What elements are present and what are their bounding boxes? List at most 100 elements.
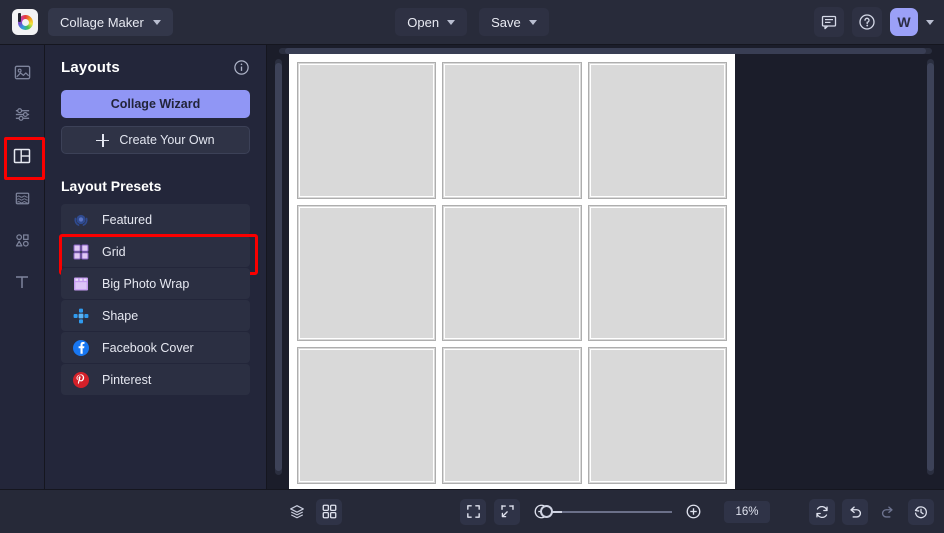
text-t-icon <box>16 276 28 288</box>
history-clock-icon <box>914 505 927 518</box>
sliders-icon <box>15 107 29 121</box>
collage-cell[interactable] <box>297 204 437 342</box>
question-circle-icon <box>859 14 875 30</box>
feedback-button[interactable] <box>814 7 844 37</box>
preset-label: Facebook Cover <box>102 340 194 355</box>
create-your-own-button[interactable]: Create Your Own <box>61 126 250 154</box>
preset-item-grid[interactable]: Grid <box>59 234 258 275</box>
preset-label: Pinterest <box>102 372 152 387</box>
preset-item-big-photo-wrap[interactable]: Big Photo Wrap <box>61 268 250 299</box>
chevron-down-icon <box>528 19 537 25</box>
zoom-in-button[interactable] <box>680 499 706 525</box>
save-button[interactable]: Save <box>479 8 549 36</box>
rail-item-layouts[interactable] <box>2 137 45 180</box>
collage-cell[interactable] <box>587 347 727 484</box>
main-body: Layouts Collage Wizard Create Your Own L… <box>0 45 944 489</box>
info-circle-icon[interactable] <box>233 59 250 76</box>
canvas-area[interactable] <box>267 45 944 489</box>
rail-item-graphics[interactable] <box>2 221 42 259</box>
bottombar-left-group <box>284 498 342 525</box>
history-button[interactable] <box>908 498 934 525</box>
fit-to-screen-icon <box>500 505 514 518</box>
layouts-panel: Layouts Collage Wizard Create Your Own L… <box>45 45 267 489</box>
pinterest-icon <box>71 370 90 389</box>
logo-stem <box>18 13 21 22</box>
collage-cell[interactable] <box>297 62 437 199</box>
layout-presets-title: Layout Presets <box>61 178 162 194</box>
top-toolbar: Collage Maker Open Save W <box>0 0 944 45</box>
collage-cell[interactable] <box>442 204 582 342</box>
preset-label: Grid <box>102 244 126 259</box>
chevron-down-icon <box>447 19 456 25</box>
help-button[interactable] <box>852 7 882 37</box>
bottombar-right-group <box>809 498 934 525</box>
layers-button[interactable] <box>284 499 310 525</box>
photo-frame-icon <box>71 274 90 293</box>
topbar-left-group: Collage Maker <box>0 8 173 36</box>
grid-view-button[interactable] <box>316 498 342 525</box>
facebook-icon <box>71 338 90 357</box>
collage-wizard-button[interactable]: Collage Wizard <box>61 90 250 118</box>
laurel-badge-icon <box>71 210 90 229</box>
layouts-icon <box>13 148 31 164</box>
zoom-controls: 16% <box>460 498 770 525</box>
collage-cell[interactable] <box>442 347 582 484</box>
left-scrollbar[interactable] <box>275 59 282 475</box>
rail-item-edit-adjust[interactable] <box>2 95 42 133</box>
comment-icon <box>821 15 837 30</box>
avatar-initial: W <box>897 14 911 30</box>
undo-arrow-icon <box>850 505 862 518</box>
image-icon <box>14 65 30 79</box>
tool-rail <box>0 45 45 489</box>
rail-item-text[interactable] <box>2 263 42 301</box>
account-chevron-down-icon[interactable] <box>926 19 934 25</box>
chevron-down-icon <box>152 19 161 25</box>
redo-arrow-icon <box>881 505 893 518</box>
app-window: Collage Maker Open Save W Layouts Collag… <box>0 0 944 533</box>
collage-artboard[interactable] <box>289 54 735 489</box>
befunky-logo-icon[interactable] <box>12 9 38 35</box>
preset-label: Featured <box>102 212 153 227</box>
preset-item-facebook-cover[interactable]: Facebook Cover <box>61 332 250 363</box>
plus-icon <box>96 133 110 147</box>
expand-frame-icon <box>466 505 480 518</box>
topbar-right-group: W <box>814 7 944 37</box>
collage-cell[interactable] <box>587 62 727 199</box>
preset-label: Big Photo Wrap <box>102 276 190 291</box>
collage-cell[interactable] <box>587 204 727 342</box>
save-button-label: Save <box>491 14 521 30</box>
panel-header: Layouts <box>61 59 250 76</box>
page-title: Layouts <box>61 59 120 76</box>
document-type-menu[interactable]: Collage Maker <box>48 8 173 36</box>
reset-button[interactable] <box>809 498 835 525</box>
fit-to-screen-button[interactable] <box>494 498 520 525</box>
redo-button[interactable] <box>875 499 901 525</box>
rail-item-backgrounds[interactable] <box>2 179 42 217</box>
zoom-slider-handle[interactable] <box>540 504 553 518</box>
preset-item-pinterest[interactable]: Pinterest <box>61 364 250 395</box>
refresh-reset-icon <box>816 505 828 518</box>
open-button-label: Open <box>407 14 440 30</box>
grid-apps-icon <box>322 504 336 519</box>
bottom-toolbar: 16% <box>0 489 944 533</box>
collage-wizard-label: Collage Wizard <box>110 97 201 111</box>
rail-item-image-manager[interactable] <box>2 53 42 91</box>
open-button[interactable]: Open <box>395 8 468 36</box>
zoom-level-value[interactable]: 16% <box>724 500 770 523</box>
zoom-slider[interactable] <box>540 504 672 518</box>
fullscreen-button[interactable] <box>460 498 486 525</box>
collage-cell[interactable] <box>297 347 437 484</box>
undo-button[interactable] <box>842 498 868 525</box>
texture-layers-icon <box>15 192 29 204</box>
right-scrollbar-thumb[interactable] <box>927 63 934 471</box>
shapes-icon <box>15 233 29 247</box>
plus-cluster-icon <box>71 306 90 325</box>
document-type-label: Collage Maker <box>60 14 144 30</box>
avatar[interactable]: W <box>890 8 918 36</box>
preset-item-shape[interactable]: Shape <box>61 300 250 331</box>
left-scrollbar-thumb[interactable] <box>275 63 282 471</box>
zoom-in-plus-icon <box>686 504 700 519</box>
collage-cell[interactable] <box>442 62 582 199</box>
right-scrollbar[interactable] <box>927 59 934 475</box>
preset-item-featured[interactable]: Featured <box>61 204 250 235</box>
